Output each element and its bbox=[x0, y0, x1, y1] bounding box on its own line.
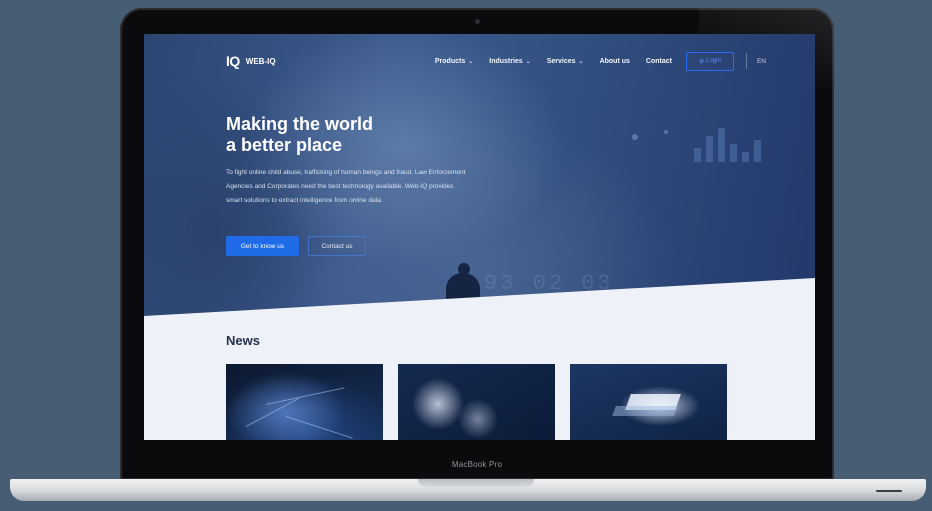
decor-dot bbox=[664, 130, 668, 134]
chevron-down-icon: ⌄ bbox=[578, 58, 584, 65]
menu-item-products[interactable]: Products ⌄ bbox=[435, 58, 473, 65]
menu-item-industries[interactable]: Industries ⌄ bbox=[489, 58, 530, 65]
model-label: MacBook Pro bbox=[451, 460, 503, 469]
logo-mark: IQ bbox=[226, 53, 240, 69]
laptop-slit bbox=[876, 490, 902, 492]
screen: 93 02 03 IQ WEB-IQ Products ⌄ Industries… bbox=[144, 34, 815, 440]
camera bbox=[475, 19, 480, 24]
logo[interactable]: IQ WEB-IQ bbox=[226, 53, 276, 69]
laptop-notch bbox=[418, 479, 534, 487]
news-heading: News bbox=[226, 333, 260, 348]
hero-description: To fight online child abuse, trafficking… bbox=[226, 169, 466, 204]
main-menu: Products ⌄ Industries ⌄ Services ⌄ About… bbox=[435, 58, 672, 65]
menu-item-contact[interactable]: Contact bbox=[646, 58, 672, 65]
contact-us-button[interactable]: Contact us bbox=[308, 236, 366, 256]
menu-item-label: About us bbox=[599, 57, 630, 65]
hero-title-line-1: Making the world bbox=[226, 114, 374, 134]
stats-decoration bbox=[694, 126, 766, 162]
news-card-virus[interactable] bbox=[398, 364, 555, 440]
laptop-illustration-base bbox=[612, 406, 678, 416]
user-icon: ⊕ bbox=[699, 58, 705, 65]
news-card-laptop[interactable] bbox=[570, 364, 727, 440]
login-label: Login bbox=[706, 58, 721, 64]
chevron-down-icon: ⌄ bbox=[468, 58, 474, 65]
network-line bbox=[265, 387, 345, 405]
menu-item-label: Contact bbox=[645, 57, 672, 65]
menu-item-about-us[interactable]: About us bbox=[600, 58, 630, 65]
laptop-base bbox=[10, 479, 926, 501]
chevron-down-icon: ⌄ bbox=[525, 58, 531, 65]
menu-item-label: Services bbox=[546, 57, 576, 65]
menu-item-label: Industries bbox=[489, 57, 523, 65]
top-navigation: IQ WEB-IQ Products ⌄ Industries ⌄ Servic… bbox=[226, 51, 766, 71]
network-line bbox=[285, 416, 353, 439]
logo-text: WEB-IQ bbox=[245, 56, 276, 66]
get-to-know-us-button[interactable]: Get to know us bbox=[226, 236, 299, 256]
menu-item-label: Products bbox=[434, 57, 466, 65]
menu-item-services[interactable]: Services ⌄ bbox=[547, 58, 584, 65]
language-switcher[interactable]: EN bbox=[757, 58, 766, 65]
hero-title-line-2: a better place bbox=[226, 135, 343, 155]
login-button[interactable]: ⊕ Login bbox=[685, 51, 734, 71]
hero-title: Making the world a better place bbox=[226, 114, 486, 156]
nav-divider bbox=[745, 53, 747, 69]
news-card-network[interactable] bbox=[226, 364, 383, 440]
decor-dot bbox=[632, 134, 638, 140]
